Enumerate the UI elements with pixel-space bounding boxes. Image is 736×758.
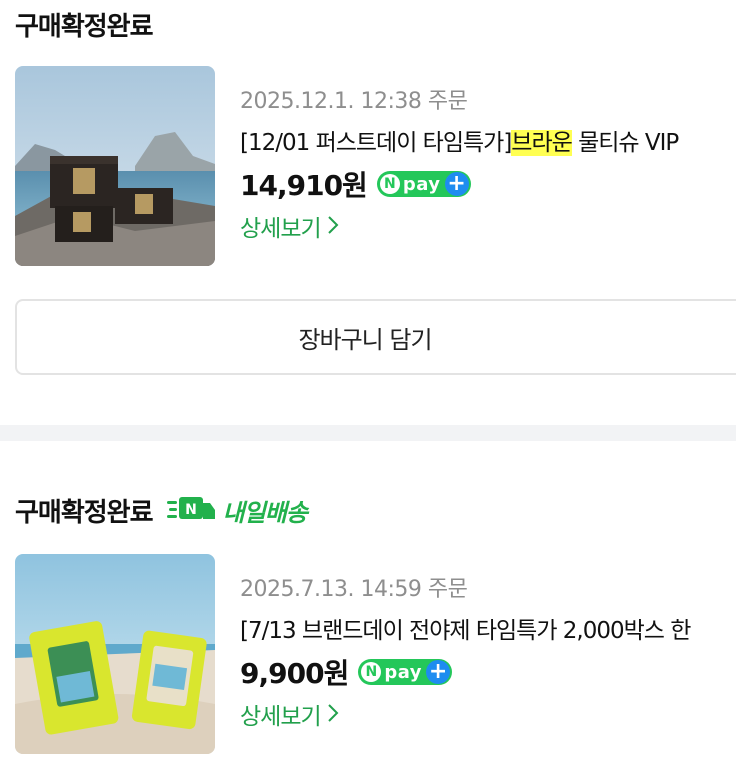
product-thumbnail[interactable] — [15, 66, 215, 266]
view-detail-label: 상세보기 — [240, 704, 322, 730]
product-thumbnail[interactable] — [15, 554, 215, 754]
npay-n-icon: N — [379, 174, 400, 194]
plus-icon: + — [426, 660, 451, 684]
price-row: 9,900원 N pay + — [240, 652, 736, 692]
chevron-right-icon — [327, 212, 339, 246]
order-date: 2025.12.1. 12:38 주문 — [240, 89, 468, 114]
product-image — [15, 554, 215, 754]
npay-label: pay — [402, 173, 441, 195]
npay-plus-badge: N pay + — [376, 171, 471, 197]
title-prefix: [7/13 브랜드데이 전야제 타임특가 2,000박스 한 — [240, 618, 691, 644]
view-detail-label: 상세보기 — [240, 216, 322, 242]
title-suffix: 물티슈 VIP — [571, 130, 679, 156]
order-status: 구매확정완료 — [15, 12, 154, 42]
order-status-row: 구매확정완료 N 내일배송 — [15, 492, 308, 529]
product-title[interactable]: [12/01 퍼스트데이 타임특가]브라운 물티슈 VIP — [240, 124, 736, 162]
order-status-row: 구매확정완료 — [15, 6, 154, 43]
view-detail-link[interactable]: 상세보기 — [240, 700, 736, 734]
npay-label: pay — [384, 661, 423, 683]
order-date: 2025.7.13. 14:59 주문 — [240, 577, 468, 602]
npay-plus-badge: N pay + — [358, 659, 453, 685]
order-price: 9,900원 — [240, 657, 349, 690]
section-divider — [0, 425, 736, 441]
product-title[interactable]: [7/13 브랜드데이 전야제 타임특가 2,000박스 한 — [240, 612, 736, 650]
view-detail-link[interactable]: 상세보기 — [240, 212, 736, 246]
title-highlight: 브라운 — [511, 130, 573, 156]
plus-icon: + — [444, 172, 469, 196]
order-info: 2025.7.13. 14:59 주문 [7/13 브랜드데이 전야제 타임특가… — [240, 574, 736, 734]
order-info: 2025.12.1. 12:38 주문 [12/01 퍼스트데이 타임특가]브라… — [240, 86, 736, 246]
svg-text:N: N — [185, 502, 197, 518]
add-to-cart-button[interactable]: 장바구니 담기 — [15, 299, 736, 375]
add-to-cart-label: 장바구니 담기 — [298, 325, 432, 354]
chevron-right-icon — [327, 700, 339, 734]
product-image — [15, 66, 215, 266]
delivery-truck-icon: N — [166, 494, 217, 528]
delivery-label: 내일배송 — [222, 499, 308, 527]
title-prefix: [12/01 퍼스트데이 타임특가] — [240, 130, 512, 156]
tomorrow-delivery-badge: N 내일배송 — [166, 493, 308, 528]
order-price: 14,910원 — [240, 169, 368, 202]
order-status: 구매확정완료 — [15, 498, 154, 528]
price-row: 14,910원 N pay + — [240, 164, 736, 204]
npay-n-icon: N — [361, 662, 382, 682]
